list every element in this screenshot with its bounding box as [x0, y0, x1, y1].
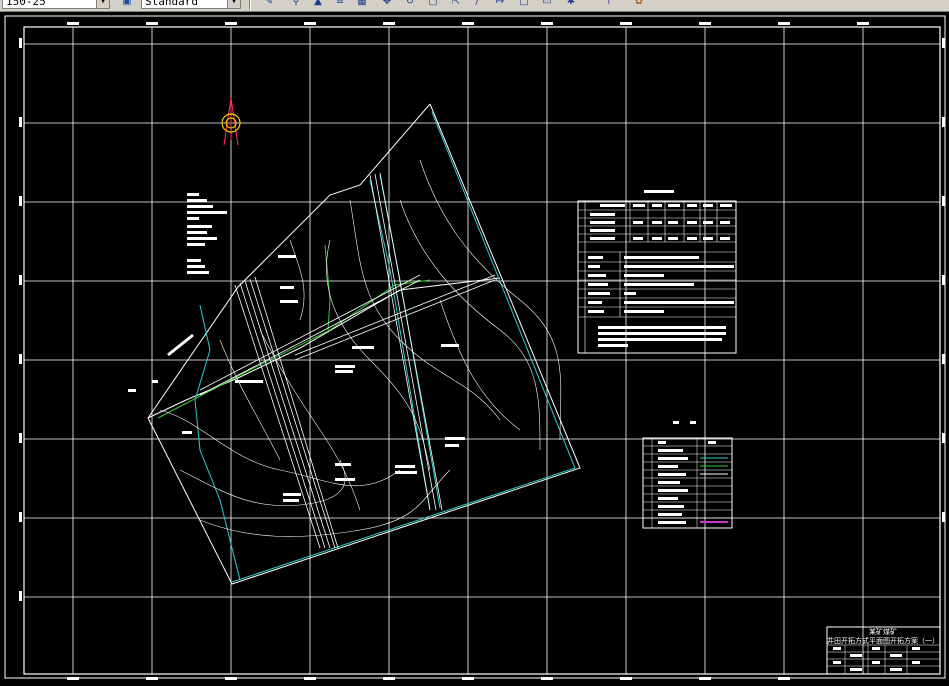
grid-icon[interactable]: ▦	[356, 0, 368, 8]
inner-frame	[23, 26, 941, 675]
scale-value: 150-25	[6, 0, 46, 8]
matchprop-icon[interactable]: ⚲	[290, 0, 302, 8]
layer-icon[interactable]: ≡	[334, 0, 346, 8]
stretch-icon[interactable]: ⇱	[450, 0, 462, 8]
move-icon[interactable]: ✥	[381, 0, 393, 8]
summary-table	[577, 190, 737, 354]
coordinate-grid	[24, 27, 940, 674]
measure-icon[interactable]: ↦	[494, 0, 506, 8]
standard-toolbar: 150-25 ▼ ▣ Standard ▼ ✎ ⚲ ▲ ≡ ▦ ✥ ↻ ▢ ⇱ …	[0, 0, 949, 12]
triangle-icon[interactable]: ▲	[312, 0, 324, 8]
title-line-1: 某矿煤矿	[869, 627, 897, 636]
pointer-icon[interactable]: ↑	[603, 0, 615, 8]
pencil-icon[interactable]: /	[471, 0, 483, 8]
title-block: 某矿煤矿 井田开拓方式平面图开拓方案（一）	[826, 626, 941, 675]
map-label-bar	[167, 333, 194, 357]
frame-ticks	[19, 22, 945, 680]
rectangle-alt-icon[interactable]: ▭	[541, 0, 553, 8]
rotate-icon[interactable]: ↻	[404, 0, 416, 8]
chevron-down-icon[interactable]: ▼	[96, 0, 109, 8]
palette-icon[interactable]: ✿	[633, 0, 645, 8]
gear-icon[interactable]: ✱	[565, 0, 577, 8]
drawing-canvas[interactable]: 某矿煤矿 井田开拓方式平面图开拓方案（一）	[0, 12, 949, 686]
green-line	[324, 244, 331, 331]
paint-brush-icon[interactable]: ✎	[263, 0, 275, 8]
north-arrow-icon	[221, 97, 241, 146]
chevron-down-icon[interactable]: ▼	[227, 0, 240, 8]
drawing-svg: 某矿煤矿 井田开拓方式平面图开拓方案（一）	[4, 15, 946, 680]
text-style-combo[interactable]: Standard ▼	[141, 0, 241, 9]
text-style-icon[interactable]: ▣	[121, 0, 133, 8]
title-line-2: 井田开拓方式平面图开拓方案（一）	[827, 636, 939, 645]
toolbar-separator	[249, 0, 251, 10]
rectangle-icon[interactable]: □	[518, 0, 530, 8]
style-value: Standard	[145, 0, 198, 8]
scale-box-icon[interactable]: ▢	[427, 0, 439, 8]
scale-combo[interactable]: 150-25 ▼	[2, 0, 110, 9]
outer-frame	[4, 15, 946, 679]
main-roadway	[199, 172, 496, 549]
legend-table	[642, 421, 733, 529]
